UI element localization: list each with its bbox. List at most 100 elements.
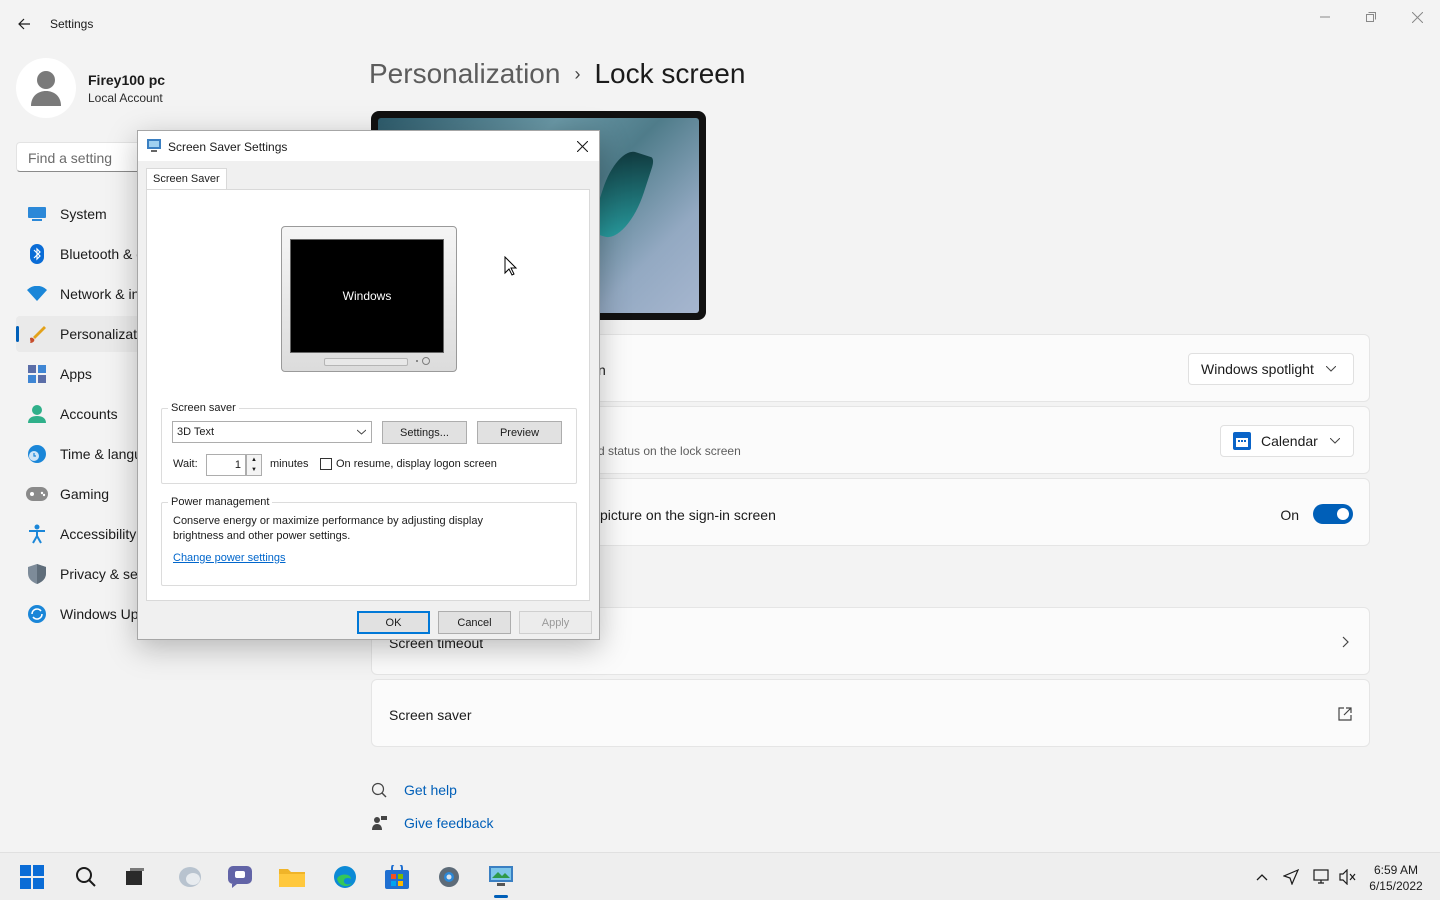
screen-saver-group: Screen saver 3D Text Settings... Preview… [161, 402, 577, 484]
dropdown-value: Windows spotlight [1201, 361, 1314, 377]
start-button[interactable] [18, 863, 46, 891]
search-icon [76, 867, 96, 887]
widgets-button[interactable] [176, 863, 204, 891]
resume-logon-label: On resume, display logon screen [336, 458, 497, 470]
search-placeholder: Find a setting [28, 150, 113, 166]
ethernet-icon [1313, 869, 1329, 884]
back-arrow-icon [18, 18, 30, 30]
screen-saver-card[interactable]: Screen saver [371, 679, 1370, 747]
breadcrumb-separator-icon: › [574, 63, 581, 84]
edge-icon [334, 866, 356, 888]
gear-icon [439, 867, 459, 887]
shield-icon [26, 563, 48, 585]
minimize-icon [1320, 16, 1330, 18]
preview-button[interactable]: Preview [477, 421, 562, 444]
chat-button[interactable] [226, 863, 254, 891]
spin-down-icon[interactable]: ▼ [247, 465, 261, 475]
chevron-down-icon [357, 429, 366, 435]
page-title: Lock screen [594, 58, 746, 89]
wait-minutes-input[interactable]: 1 [206, 454, 246, 476]
chevron-down-icon [1325, 366, 1336, 372]
back-button[interactable] [12, 12, 36, 36]
location-tray-button[interactable] [1281, 867, 1301, 887]
card-title-partial: picture on the sign-in screen [600, 507, 776, 523]
restore-icon [1366, 12, 1376, 22]
screen-saver-taskbar-button[interactable] [487, 863, 515, 891]
change-power-settings-link[interactable]: Change power settings [173, 552, 286, 564]
restore-button[interactable] [1348, 6, 1394, 28]
wait-label: Wait: [173, 458, 198, 470]
profile[interactable]: Firey100 pc Local Account [16, 58, 165, 118]
gaming-icon [26, 483, 48, 505]
personalization-icon [26, 323, 48, 345]
time-icon [26, 443, 48, 465]
edge-button[interactable] [331, 863, 359, 891]
accounts-icon [26, 403, 48, 425]
get-help-link[interactable]: Get help [371, 782, 457, 798]
preview-text: Windows [342, 289, 392, 303]
location-arrow-icon [1283, 869, 1299, 885]
calendar-icon [1233, 432, 1251, 450]
apps-icon [26, 363, 48, 385]
screen-saver-settings-button[interactable]: Settings... [382, 421, 467, 444]
dialog-close-button[interactable] [571, 135, 593, 157]
widgets-icon [179, 867, 201, 887]
title-bar: Settings [0, 0, 1440, 48]
monitor-dot [416, 360, 418, 362]
show-hidden-icons-button[interactable] [1252, 867, 1272, 887]
accessibility-icon [26, 523, 48, 545]
update-icon [26, 603, 48, 625]
avatar [16, 58, 76, 118]
give-feedback-link[interactable]: Give feedback [371, 815, 494, 831]
resume-logon-checkbox[interactable] [320, 458, 332, 470]
card-subtitle-partial: d status on the lock screen [598, 444, 741, 458]
monitor-base [324, 358, 408, 366]
preview-screen: Windows [290, 239, 444, 353]
mouse-cursor-icon [504, 256, 518, 276]
lock-screen-status-dropdown[interactable]: Calendar [1220, 425, 1354, 457]
dropdown-value: Calendar [1261, 433, 1318, 449]
task-view-icon [126, 868, 144, 885]
close-window-button[interactable] [1394, 6, 1440, 28]
windows-logo-icon [20, 865, 44, 889]
volume-tray-button[interactable] [1338, 867, 1358, 887]
app-title: Settings [50, 17, 94, 31]
chevron-down-icon [1329, 438, 1340, 444]
close-icon [576, 140, 588, 152]
store-icon [385, 865, 409, 889]
folder-icon [279, 869, 305, 887]
tab-screen-saver[interactable]: Screen Saver [146, 168, 227, 190]
task-view-button[interactable] [121, 863, 149, 891]
apply-button[interactable]: Apply [519, 611, 592, 634]
taskbar-clock[interactable]: 6:59 AM 6/15/2022 [1360, 862, 1432, 894]
help-icon [371, 782, 387, 798]
volume-muted-icon [1339, 869, 1356, 885]
dialog-title: Screen Saver Settings [168, 140, 288, 154]
ok-button[interactable]: OK [357, 611, 430, 634]
spin-up-icon[interactable]: ▲ [247, 455, 261, 465]
screen-saver-label: Screen saver [389, 707, 472, 723]
wait-spinner[interactable]: ▲ ▼ [246, 454, 262, 476]
network-tray-button[interactable] [1312, 867, 1332, 887]
taskbar-search-button[interactable] [72, 863, 100, 891]
clock-date: 6/15/2022 [1369, 879, 1423, 893]
chat-icon [228, 866, 252, 888]
minimize-button[interactable] [1302, 6, 1348, 28]
toggle-state-label: On [1280, 507, 1299, 523]
taskbar: 6:59 AM 6/15/2022 [0, 852, 1440, 900]
clock-time: 6:59 AM [1373, 863, 1419, 877]
signin-picture-toggle[interactable] [1313, 504, 1353, 524]
open-external-icon [1338, 707, 1352, 721]
store-button[interactable] [383, 863, 411, 891]
chevron-right-icon [1342, 636, 1349, 648]
breadcrumb-parent[interactable]: Personalization [369, 58, 560, 90]
cancel-button[interactable]: Cancel [438, 611, 511, 634]
dialog-panel: Windows Screen saver 3D Text Settings...… [146, 189, 590, 601]
power-description: Conserve energy or maximize performance … [173, 515, 483, 542]
screen-saver-dialog: Screen Saver Settings Screen Saver Windo… [137, 130, 600, 640]
screen-saver-select[interactable]: 3D Text [172, 421, 372, 443]
file-explorer-button[interactable] [278, 863, 306, 891]
settings-app-button[interactable] [435, 863, 463, 891]
monitor-power-led [422, 357, 430, 365]
lock-screen-background-dropdown[interactable]: Windows spotlight [1188, 353, 1354, 385]
